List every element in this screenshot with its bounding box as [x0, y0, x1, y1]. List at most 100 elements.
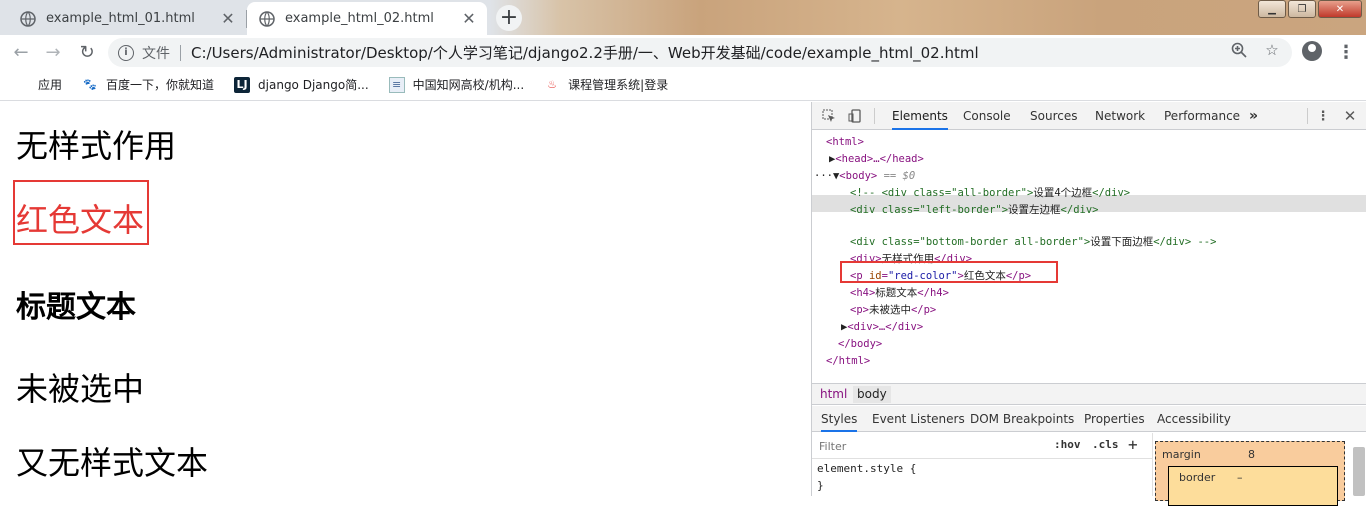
new-tab-button[interactable]: + — [496, 5, 522, 31]
file-label: 文件 — [142, 45, 170, 62]
bookmark-course-system[interactable]: ♨ 课程管理系统|登录 — [544, 76, 668, 93]
minimize-button[interactable]: ▁ — [1258, 0, 1286, 18]
tab-elements[interactable]: Elements — [892, 102, 948, 130]
globe-icon — [259, 10, 275, 27]
margin-label: margin — [1162, 448, 1201, 461]
styles-filter-input[interactable] — [816, 436, 1042, 456]
globe-icon — [20, 10, 36, 27]
dom-node-html-close[interactable]: </html> — [826, 353, 870, 370]
lj-logo-icon: LJ — [234, 76, 251, 93]
margin-box[interactable]: margin 8 border – — [1155, 441, 1345, 506]
new-rule-plus-icon[interactable]: + — [1128, 435, 1138, 454]
apps-grid-icon — [14, 77, 30, 93]
window-controls: ▁ ❐ ✕ — [1256, 0, 1362, 18]
box-model-diagram: margin 8 border – — [1152, 433, 1366, 506]
tab-sources[interactable]: Sources — [1030, 102, 1077, 130]
flame-icon: ♨ — [547, 78, 558, 91]
browser-toolbar: ← → ↻ i 文件 C:/Users/Administrator/Deskto… — [0, 35, 1366, 69]
address-bar[interactable]: i 文件 C:/Users/Administrator/Desktop/个人学习… — [108, 38, 1292, 67]
tab-network[interactable]: Network — [1095, 102, 1145, 130]
window-close-button[interactable]: ✕ — [1318, 0, 1362, 18]
element-style-rule[interactable]: element.style { — [817, 462, 916, 475]
dom-node-div-collapsed[interactable]: ▶<div>…</div> — [841, 319, 923, 336]
bookmark-baidu[interactable]: 🐾 百度一下，你就知道 — [82, 76, 214, 93]
subtab-properties[interactable]: Properties — [1084, 406, 1145, 432]
breadcrumb-html[interactable]: html — [816, 386, 851, 403]
profile-avatar-icon[interactable] — [1302, 41, 1322, 61]
border-box[interactable]: border – — [1168, 466, 1338, 506]
devtools-toolbar: Elements Console Sources Network Perform… — [812, 102, 1366, 130]
dom-comment-line-2[interactable]: <div class="left-border">设置左边框</div> — [850, 202, 1098, 219]
devtools-menu-icon[interactable]: ⋮ — [1314, 107, 1332, 125]
dom-node-p[interactable]: <p>未被选中</p> — [850, 302, 936, 319]
hover-state-toggle[interactable]: :hov — [1054, 438, 1081, 451]
subtab-styles[interactable]: Styles — [821, 406, 858, 432]
forward-arrow-icon[interactable]: → — [40, 39, 66, 65]
bookmark-label: 课程管理系统|登录 — [568, 78, 669, 92]
devtools-panel: Elements Console Sources Network Perform… — [811, 102, 1366, 506]
bookmark-apps[interactable]: 应用 — [14, 76, 62, 93]
chrome-menu-icon[interactable]: ⋮ — [1336, 41, 1356, 63]
dom-tree: <html> ▶<head>…</head> ···▼<body> == $0 … — [812, 131, 1366, 385]
another-unstyled-text: 又无样式文本 — [16, 444, 209, 482]
margin-value[interactable]: 8 — [1248, 448, 1255, 461]
subtab-dom-breakpoints[interactable]: DOM Breakpoints — [970, 406, 1074, 432]
tab-console[interactable]: Console — [963, 102, 1011, 130]
address-divider — [180, 44, 181, 61]
dom-node-body-close[interactable]: </body> — [838, 336, 882, 353]
subtab-event-listeners[interactable]: Event Listeners — [872, 406, 965, 432]
toolbar-divider — [1307, 108, 1308, 124]
url-text[interactable]: C:/Users/Administrator/Desktop/个人学习笔记/dj… — [191, 42, 979, 63]
border-value[interactable]: – — [1237, 471, 1243, 484]
toolbar-divider — [874, 108, 875, 124]
dom-comment-line-1[interactable]: <!-- <div class="all-border">设置4个边框</div… — [850, 185, 1130, 202]
dom-node-head[interactable]: ▶<head>…</head> — [829, 151, 924, 168]
subtab-accessibility[interactable]: Accessibility — [1157, 406, 1231, 432]
document-icon: ≡ — [388, 76, 405, 93]
bookmark-cnki[interactable]: ≡ 中国知网高校/机构... — [388, 76, 525, 93]
device-toolbar-icon[interactable] — [846, 107, 864, 125]
styles-filter-bar: :hov .cls + — [812, 433, 1152, 459]
class-toggle[interactable]: .cls — [1092, 438, 1119, 451]
bookmark-django[interactable]: LJ django Django简... — [234, 76, 369, 93]
breadcrumb: html body — [812, 383, 1366, 405]
tab-example-html-01[interactable]: example_html_01.html ✕ — [8, 2, 246, 35]
bookmark-label: 百度一下，你就知道 — [106, 78, 215, 92]
zoom-icon[interactable] — [1230, 41, 1248, 59]
unstyled-div-text: 无样式作用 — [16, 127, 177, 165]
bookmark-label: django Django简... — [258, 78, 369, 92]
breadcrumb-body[interactable]: body — [853, 386, 891, 403]
dom-node-body[interactable]: ···▼<body> == $0 — [814, 168, 915, 185]
back-arrow-icon[interactable]: ← — [8, 39, 34, 65]
h4-heading-text: 标题文本 — [16, 290, 136, 325]
page-viewport: 无样式作用 红色文本 标题文本 未被选中 又无样式文本 — [0, 102, 811, 496]
tab-example-html-02[interactable]: example_html_02.html ✕ — [247, 2, 487, 35]
restore-button[interactable]: ❐ — [1288, 0, 1316, 18]
styles-subtabs: Styles Event Listeners DOM Breakpoints P… — [812, 406, 1366, 432]
devtools-close-icon[interactable]: ✕ — [1341, 107, 1359, 125]
border-label: border — [1179, 471, 1216, 484]
unselected-paragraph-text: 未被选中 — [16, 370, 145, 408]
dom-node-html[interactable]: <html> — [826, 134, 864, 151]
styles-scrollbar[interactable] — [1353, 447, 1365, 496]
info-icon[interactable]: i — [118, 44, 134, 61]
dom-node-h4[interactable]: <h4>标题文本</h4> — [850, 285, 949, 302]
bookmark-label: 中国知网高校/机构... — [412, 78, 525, 92]
close-tab-icon[interactable]: ✕ — [218, 9, 238, 29]
styles-pane: :hov .cls + element.style { } — [812, 433, 1152, 496]
element-style-close: } — [817, 479, 824, 492]
bookmarks-bar: 应用 🐾 百度一下，你就知道 LJ django Django简... ≡ 中国… — [0, 69, 1366, 101]
reload-icon[interactable]: ↻ — [74, 39, 100, 65]
more-tabs-icon[interactable]: » — [1249, 102, 1258, 130]
tab-title: example_html_02.html — [285, 11, 434, 26]
close-tab-icon[interactable]: ✕ — [459, 9, 479, 29]
tab-performance[interactable]: Performance — [1164, 102, 1240, 130]
bookmark-star-icon[interactable]: ☆ — [1263, 41, 1281, 59]
red-paragraph-text: 红色文本 — [16, 201, 145, 239]
tab-title: example_html_01.html — [46, 11, 195, 26]
dom-comment-line-3[interactable]: <div class="bottom-border all-border">设置… — [850, 234, 1216, 251]
dom-highlight-box — [840, 261, 1058, 283]
bookmark-label: 应用 — [38, 78, 63, 92]
baidu-paw-icon: 🐾 — [83, 78, 97, 91]
inspect-element-icon[interactable] — [820, 107, 838, 125]
